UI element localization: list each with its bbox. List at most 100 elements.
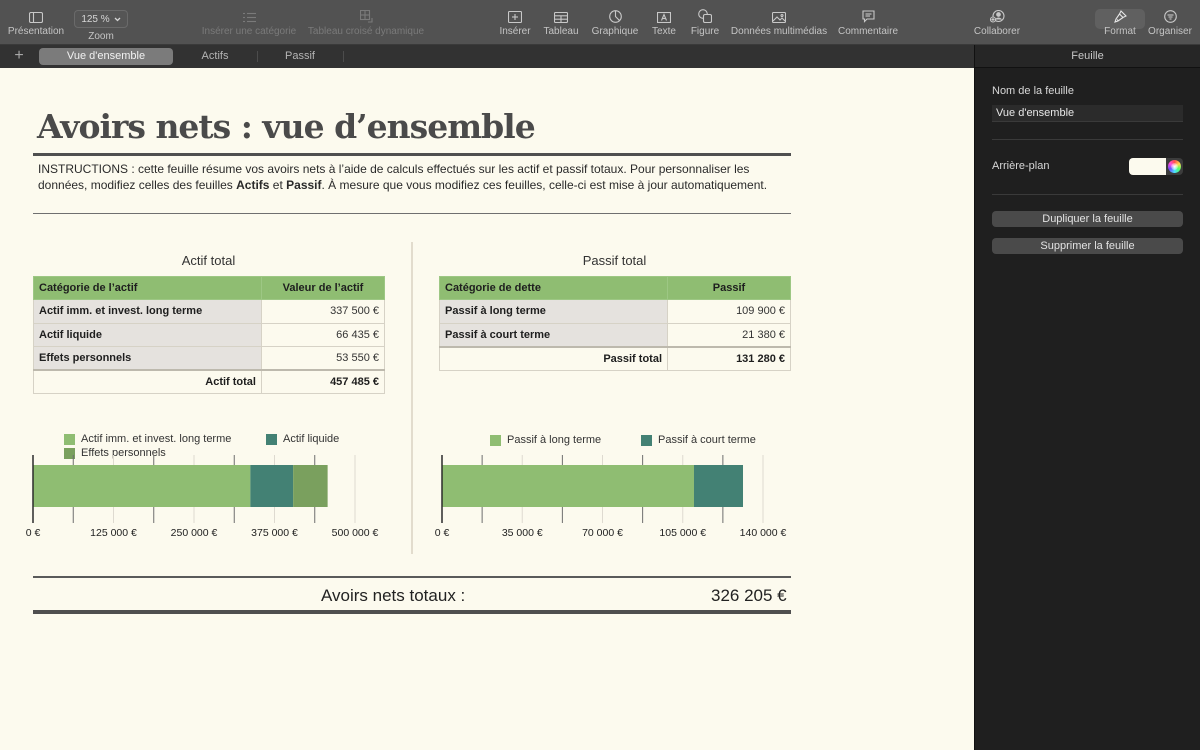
liability-value-cell[interactable]: 109 900 € [667, 299, 791, 324]
liability-total-value[interactable]: 131 280 € [667, 345, 791, 371]
bar-segment[interactable] [693, 465, 744, 507]
bar-segment[interactable] [442, 465, 694, 507]
toolbar-text-button[interactable]: Texte [648, 0, 680, 45]
chart-icon [608, 10, 622, 23]
sidebar-header: Feuille [975, 45, 1200, 68]
table-header-row: Catégorie de l’actif Valeur de l’actif [33, 276, 385, 300]
toolbar-insert-category-button[interactable]: Insérer une catégorie [200, 0, 298, 45]
zoom-select[interactable]: 125 % [74, 10, 128, 28]
sheet-name-input[interactable]: Vue d'ensemble [992, 105, 1183, 122]
header-debt-category[interactable]: Catégorie de dette [439, 276, 668, 300]
asset-total-label[interactable]: Actif total [33, 369, 262, 394]
toolbar-zoom-control[interactable]: 125 % Zoom [72, 0, 130, 45]
toolbar-media-button[interactable]: Données multimédias [730, 0, 828, 45]
sheet-tab-liabilities[interactable]: Passif [259, 48, 341, 65]
delete-sheet-button[interactable]: Supprimer la feuille [992, 238, 1183, 254]
table-icon [554, 12, 568, 23]
toolbar-organize-button[interactable]: Organiser [1146, 0, 1194, 45]
list-icon [242, 12, 256, 23]
table-header-row: Catégorie de dette Passif [439, 276, 791, 300]
sidebar-view-icon [29, 12, 43, 23]
sheet-tab-assets[interactable]: Actifs [175, 48, 255, 65]
toolbar-label: Texte [652, 26, 676, 37]
bar-segment[interactable] [250, 465, 294, 507]
add-sheet-button[interactable]: + [10, 47, 28, 65]
instructions-text: INSTRUCTIONS : cette feuille résume vos … [38, 162, 788, 193]
sheet-name-label: Nom de la feuille [992, 85, 1074, 97]
x-tick-label: 500 000 € [331, 527, 379, 539]
toolbar-label: Présentation [7, 26, 65, 37]
liability-value-cell[interactable]: 21 380 € [667, 322, 791, 347]
liability-category-cell[interactable]: Passif à long terme [439, 299, 668, 324]
asset-value-cell[interactable]: 53 550 € [261, 346, 385, 371]
bar-segment[interactable] [33, 465, 251, 507]
asset-value-cell[interactable]: 66 435 € [261, 322, 385, 347]
asset-category-cell[interactable]: Effets personnels [33, 346, 262, 371]
sidebar-divider [992, 139, 1183, 140]
toolbar-insert-button[interactable]: Insérer [497, 0, 533, 45]
asset-total-value[interactable]: 457 485 € [261, 369, 385, 394]
legend-item: Passif à court terme [641, 434, 756, 446]
duplicate-sheet-button[interactable]: Dupliquer la feuille [992, 211, 1183, 227]
assets-table: Catégorie de l’actif Valeur de l’actif A… [33, 276, 385, 394]
header-liability-value[interactable]: Passif [667, 276, 791, 300]
toolbar-label: Données multimédias [730, 26, 828, 37]
net-worth-bottom-rule [33, 610, 791, 614]
instructions-bold-assets: Actifs [236, 177, 270, 192]
sheet-tab-overview[interactable]: Vue d'ensemble [39, 48, 173, 65]
collaborate-icon [989, 10, 1005, 23]
legend-swatch [641, 434, 652, 446]
toolbar-comment-button[interactable]: Commentaire [836, 0, 900, 45]
toolbar-label: Insérer [499, 26, 531, 37]
tab-separator [257, 51, 258, 62]
color-wheel-icon[interactable] [1168, 160, 1181, 173]
toolbar-label: Commentaire [837, 26, 899, 37]
toolbar-presentation-button[interactable]: Présentation [6, 0, 66, 45]
toolbar-table-button[interactable]: Tableau [542, 0, 580, 45]
table-row: Actif liquide 66 435 € [33, 322, 385, 347]
asset-category-cell[interactable]: Actif liquide [33, 322, 262, 347]
x-tick-label: 375 000 € [251, 527, 298, 539]
toolbar-collaborate-button[interactable]: Collaborer [970, 0, 1024, 45]
toolbar-label: Collaborer [973, 26, 1021, 37]
background-color-well[interactable] [1129, 158, 1183, 175]
toolbar-label: Figure [690, 26, 720, 37]
legend-label: Passif à long terme [507, 434, 602, 446]
paintbrush-icon [1113, 10, 1127, 23]
toolbar-label: Insérer une catégorie [201, 26, 297, 37]
liability-category-cell[interactable]: Passif à court terme [439, 322, 668, 347]
asset-category-cell[interactable]: Actif imm. et invest. long terme [33, 299, 262, 324]
toolbar-pivot-table-button[interactable]: Tableau croisé dynamique [306, 0, 426, 45]
asset-value-cell[interactable]: 337 500 € [261, 299, 385, 324]
table-row: Passif à court terme 21 380 € [439, 322, 791, 347]
zoom-value: 125 % [81, 13, 110, 25]
x-tick-label: 70 000 € [582, 527, 623, 539]
chevron-down-icon [114, 17, 121, 21]
liabilities-stacked-bar-chart[interactable] [410, 453, 810, 533]
table-total-row: Actif total 457 485 € [33, 369, 385, 394]
x-tick-label: 105 000 € [659, 527, 707, 539]
x-tick-label: 0 € [434, 527, 450, 539]
x-tick-label: 125 000 € [90, 527, 137, 539]
assets-stacked-bar-chart[interactable] [0, 453, 400, 533]
media-icon [772, 12, 786, 23]
toolbar-chart-button[interactable]: Graphique [590, 0, 640, 45]
toolbar-format-button[interactable]: Format [1099, 0, 1141, 45]
legend-item: Actif liquide [266, 433, 339, 445]
sheet-canvas: Avoirs nets : vue d’ensemble INSTRUCTION… [0, 68, 974, 750]
toolbar-label: Format [1104, 26, 1136, 37]
toolbar-label: Tableau [543, 26, 579, 37]
net-worth-top-rule [33, 576, 791, 578]
header-asset-category[interactable]: Catégorie de l’actif [33, 276, 262, 300]
x-tick-label: 0 € [25, 527, 41, 539]
legend-label: Passif à court terme [658, 434, 756, 446]
liability-total-label[interactable]: Passif total [439, 345, 668, 371]
table-row: Actif imm. et invest. long terme 337 500… [33, 299, 385, 324]
x-tick-label: 250 000 € [170, 527, 218, 539]
toolbar-shape-button[interactable]: Figure [688, 0, 722, 45]
background-color-swatch[interactable] [1129, 158, 1166, 175]
toolbar-label: Organiser [1148, 26, 1192, 37]
header-asset-value[interactable]: Valeur de l’actif [261, 276, 385, 300]
sidebar-divider [992, 194, 1183, 195]
bar-segment[interactable] [293, 465, 328, 507]
